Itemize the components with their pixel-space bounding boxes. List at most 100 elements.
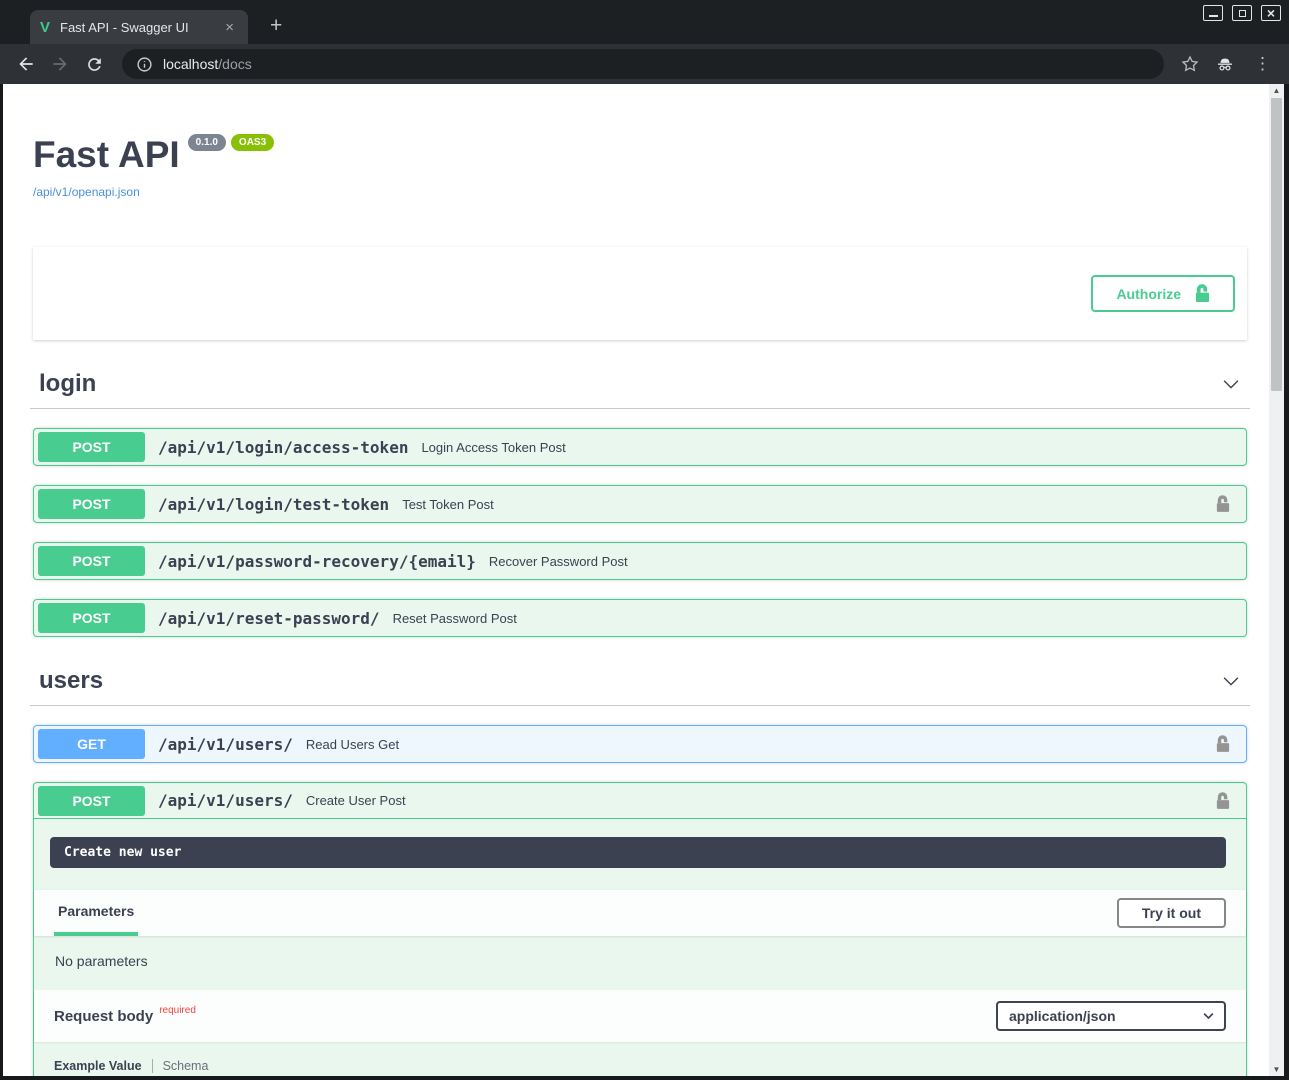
- endpoint-password-recovery[interactable]: POST /api/v1/password-recovery/{email} R…: [33, 542, 1247, 580]
- section-title: login: [39, 370, 96, 398]
- tab-close-icon[interactable]: ×: [221, 19, 238, 36]
- bookmark-star-icon[interactable]: [1180, 54, 1200, 74]
- parameters-header: Parameters Try it out: [34, 890, 1246, 936]
- endpoint-create-user-summary[interactable]: POST /api/v1/users/ Create User Post: [34, 783, 1246, 819]
- endpoint-path: /api/v1/login/access-token: [158, 438, 408, 457]
- endpoint-path: /api/v1/login/test-token: [158, 495, 389, 514]
- authorize-button[interactable]: Authorize: [1091, 275, 1235, 312]
- section-title: users: [39, 667, 103, 695]
- required-badge: required: [159, 1005, 196, 1016]
- url-path: /docs: [218, 56, 251, 72]
- browser-toolbar: localhost /docs ⋮: [0, 44, 1289, 84]
- endpoint-summary: Read Users Get: [306, 737, 399, 752]
- page-content: Fast API 0.1.0 OAS3 /api/v1/openapi.json A…: [3, 84, 1284, 1076]
- endpoint-summary: Recover Password Post: [489, 554, 628, 569]
- tab-schema[interactable]: Schema: [163, 1059, 209, 1073]
- media-type-select[interactable]: application/json: [996, 1001, 1226, 1031]
- toolbar-right: ⋮: [1180, 54, 1275, 74]
- refresh-icon: [85, 55, 104, 74]
- unlocked-padlock-icon: [1216, 735, 1230, 753]
- auth-lock-button[interactable]: [1210, 493, 1236, 515]
- unlocked-padlock-icon: [1195, 284, 1210, 303]
- close-icon: ×: [1267, 6, 1275, 20]
- scrollbar-thumb[interactable]: [1271, 98, 1282, 391]
- endpoint-description: Create new user: [50, 837, 1226, 868]
- browser-titlebar: V Fast API - Swagger UI × + ×: [0, 0, 1289, 44]
- request-body-header: Request bodyrequired application/json: [34, 990, 1246, 1042]
- unlocked-padlock-icon: [1216, 792, 1230, 810]
- endpoint-login-access-token[interactable]: POST /api/v1/login/access-token Login Ac…: [33, 428, 1247, 466]
- section-divider: [30, 705, 1250, 706]
- forward-button[interactable]: [46, 50, 74, 78]
- endpoint-path: /api/v1/users/: [158, 735, 293, 754]
- close-button[interactable]: ×: [1261, 5, 1281, 21]
- endpoint-summary: Reset Password Post: [393, 611, 517, 626]
- swagger-favicon-icon: V: [40, 19, 50, 36]
- model-tabs: Example Value Schema: [54, 1059, 1226, 1073]
- endpoint-summary: Create User Post: [306, 793, 406, 808]
- scrollbar-down-icon[interactable]: ▼: [1273, 1063, 1281, 1076]
- version-badge: 0.1.0: [188, 134, 226, 151]
- section-divider: [30, 408, 1250, 409]
- openapi-spec-link[interactable]: /api/v1/openapi.json: [33, 185, 1247, 199]
- oas3-badge: OAS3: [231, 134, 274, 151]
- tab-example-value[interactable]: Example Value: [54, 1059, 142, 1073]
- endpoint-path: /api/v1/users/: [158, 791, 293, 810]
- url-host: localhost: [163, 56, 218, 72]
- tab-title: Fast API - Swagger UI: [60, 20, 221, 35]
- window-controls: ×: [1203, 5, 1281, 21]
- try-it-out-button[interactable]: Try it out: [1117, 898, 1226, 928]
- endpoint-reset-password[interactable]: POST /api/v1/reset-password/ Reset Passw…: [33, 599, 1247, 637]
- minimize-button[interactable]: [1203, 5, 1223, 21]
- swagger-ui: Fast API 0.1.0 OAS3 /api/v1/openapi.json A…: [3, 84, 1269, 1076]
- section-users: users GET /api/v1/users/ Read Users Get: [33, 665, 1247, 1076]
- endpoint-summary: Test Token Post: [402, 497, 494, 512]
- url-bar[interactable]: localhost /docs: [122, 49, 1164, 79]
- method-badge: POST: [38, 603, 145, 633]
- chevron-down-icon[interactable]: [1220, 373, 1242, 395]
- request-body-label: Request bodyrequired: [54, 1008, 196, 1025]
- refresh-button[interactable]: [80, 50, 108, 78]
- section-users-header[interactable]: users: [33, 665, 1247, 697]
- method-badge: POST: [38, 489, 145, 519]
- section-login: login POST /api/v1/login/access-token Lo…: [33, 368, 1247, 637]
- browser-menu-icon[interactable]: ⋮: [1250, 54, 1275, 74]
- endpoint-create-user: POST /api/v1/users/ Create User Post Cre…: [33, 782, 1247, 1076]
- method-badge: GET: [38, 729, 145, 759]
- site-info-icon[interactable]: [136, 56, 153, 73]
- back-arrow-icon: [16, 54, 36, 74]
- incognito-icon: [1214, 54, 1236, 74]
- endpoint-read-users[interactable]: GET /api/v1/users/ Read Users Get: [33, 725, 1247, 763]
- new-tab-button[interactable]: +: [264, 14, 288, 38]
- method-badge: POST: [38, 546, 145, 576]
- page-title: Fast API: [33, 134, 180, 175]
- scheme-container: Authorize: [33, 247, 1247, 340]
- authorize-label: Authorize: [1116, 286, 1181, 302]
- endpoint-path: /api/v1/reset-password/: [158, 609, 380, 628]
- method-badge: POST: [38, 786, 145, 816]
- endpoint-summary: Login Access Token Post: [421, 440, 565, 455]
- tab-separator: [152, 1059, 153, 1073]
- back-button[interactable]: [12, 50, 40, 78]
- endpoint-login-test-token[interactable]: POST /api/v1/login/test-token Test Token…: [33, 485, 1247, 523]
- section-login-header[interactable]: login: [33, 368, 1247, 400]
- auth-lock-button[interactable]: [1210, 733, 1236, 755]
- endpoint-body: Create new user Parameters Try it out No…: [34, 819, 1246, 1076]
- chevron-down-icon[interactable]: [1220, 670, 1242, 692]
- endpoint-path: /api/v1/password-recovery/{email}: [158, 552, 476, 571]
- scrollbar-up-icon[interactable]: ▲: [1273, 84, 1281, 97]
- api-info: Fast API 0.1.0 OAS3 /api/v1/openapi.json: [33, 84, 1247, 199]
- unlocked-padlock-icon: [1216, 495, 1230, 513]
- page-scrollbar[interactable]: ▲ ▼: [1269, 84, 1284, 1076]
- forward-arrow-icon: [50, 54, 70, 74]
- browser-tab[interactable]: V Fast API - Swagger UI ×: [30, 10, 248, 44]
- auth-lock-button[interactable]: [1210, 790, 1236, 812]
- maximize-icon: [1239, 10, 1246, 17]
- model-example-section: Example Value Schema {: [34, 1042, 1246, 1076]
- no-parameters-text: No parameters: [34, 936, 1246, 990]
- maximize-button[interactable]: [1232, 5, 1252, 21]
- method-badge: POST: [38, 432, 145, 462]
- tab-parameters[interactable]: Parameters: [54, 890, 138, 936]
- minimize-icon: [1209, 15, 1218, 17]
- media-type-select-wrap: application/json: [996, 1001, 1226, 1031]
